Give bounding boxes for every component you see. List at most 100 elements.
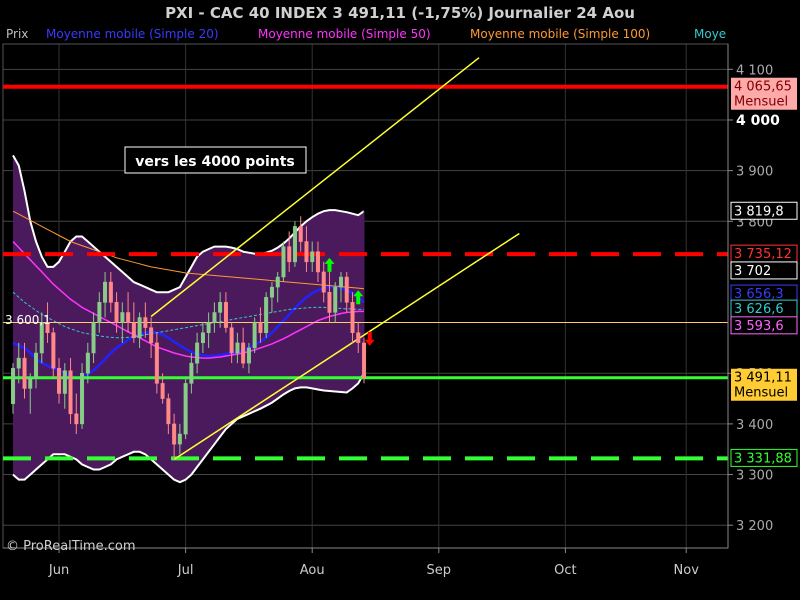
- candle-body-35: [212, 312, 217, 323]
- candle-body-18: [114, 302, 119, 323]
- candle-body-38: [229, 327, 234, 354]
- candle-body-2: [22, 357, 27, 389]
- candle-body-32: [195, 342, 200, 364]
- candle-body-42: [252, 322, 257, 349]
- candle-body-16: [103, 281, 108, 303]
- candle-body-48: [287, 246, 292, 263]
- candle-body-11: [74, 413, 79, 425]
- candle-body-57: [339, 276, 344, 288]
- candle-body-7: [51, 332, 56, 369]
- candle-body-37: [223, 302, 228, 328]
- candle-body-47: [281, 246, 286, 278]
- price-tag-label-7: 3 491,11: [734, 371, 792, 386]
- candle-body-1: [16, 357, 21, 369]
- candle-body-34: [206, 322, 211, 333]
- price-tag-sublabel-7: Mensuel: [734, 386, 788, 401]
- price-tag-4: 3 656,3: [730, 284, 798, 303]
- legend-item-prix: Prix: [6, 27, 28, 41]
- candle-body-56: [333, 286, 338, 313]
- price-tag-1: 3 819,8: [730, 201, 798, 220]
- candle-body-43: [258, 322, 263, 333]
- candle-body-12: [80, 372, 85, 425]
- candle-body-44: [264, 297, 269, 334]
- candle-body-40: [241, 342, 246, 364]
- candle-body-41: [246, 347, 251, 364]
- price-tag-label-6: 3 593,6: [734, 319, 784, 334]
- candle-body-14: [91, 322, 96, 354]
- y-tick-label-5: 3 400: [736, 418, 773, 433]
- candle-body-54: [321, 271, 326, 293]
- candle-body-52: [310, 251, 315, 263]
- candle-body-3: [28, 378, 33, 389]
- price-tag-label-2: 3 735,12: [734, 247, 792, 262]
- candle-body-8: [57, 367, 62, 394]
- candle-body-29: [177, 433, 182, 445]
- legend-item-sma50: Moyenne mobile (Simple 50): [258, 27, 431, 41]
- x-tick-label-5: Nov: [674, 563, 700, 578]
- candle-body-20: [126, 312, 131, 323]
- y-tick-label-6: 3 300: [736, 469, 773, 484]
- candle-body-46: [275, 276, 280, 288]
- price-tag-label-8: 3 331,88: [734, 451, 792, 466]
- chart-title: PXI - CAC 40 INDEX 3 491,11 (-1,75%) Jou…: [165, 4, 635, 22]
- candle-body-55: [327, 291, 332, 313]
- price-tag-7: 3 491,11Mensuel: [731, 368, 797, 401]
- legend-item-sma100: Moyenne mobile (Simple 100): [470, 27, 650, 41]
- chart: 4 1004 0003 9003 8003 5003 4003 3003 200…: [0, 0, 800, 600]
- candle-body-19: [120, 312, 125, 323]
- price-tag-0: 4 065,65Mensuel: [731, 77, 797, 110]
- y-tick-label-2: 3 900: [736, 165, 773, 180]
- candle-body-28: [172, 423, 177, 445]
- left-level-label: 3 600,1: [5, 313, 51, 327]
- candle-body-25: [154, 342, 159, 384]
- candle-body-39: [235, 342, 240, 354]
- price-tag-label-1: 3 819,8: [734, 204, 784, 219]
- candle-body-53: [315, 251, 320, 273]
- y-tick-label-7: 3 200: [736, 519, 773, 534]
- candle-body-17: [108, 281, 113, 303]
- y-tick-label-0: 4 100: [736, 63, 773, 78]
- candle-body-36: [218, 302, 223, 313]
- legend: Prix Moyenne mobile (Simple 20) Moyenne …: [6, 27, 726, 41]
- x-tick-label-3: Sep: [427, 563, 452, 578]
- candle-body-51: [304, 241, 309, 263]
- price-tag-6: 3 593,6: [730, 316, 798, 335]
- annotation-box: vers les 4000 points: [124, 146, 307, 174]
- candle-body-21: [131, 322, 136, 339]
- legend-item-extra: Moye: [694, 27, 726, 41]
- y-tick-label-1: 4 000: [736, 113, 780, 129]
- candle-body-61: [362, 342, 367, 379]
- candle-body-24: [149, 327, 154, 344]
- candle-body-0: [11, 367, 16, 404]
- price-tag-label-3: 3 702: [734, 264, 771, 279]
- x-tick-label-0: Jun: [48, 563, 69, 578]
- candle-body-27: [166, 398, 171, 425]
- x-tick-label-4: Oct: [554, 563, 576, 578]
- legend-item-sma20: Moyenne mobile (Simple 20): [46, 27, 219, 41]
- candle-body-58: [344, 276, 349, 303]
- x-tick-label-2: Aou: [300, 563, 325, 578]
- watermark: © ProRealTime.com: [6, 539, 136, 554]
- candle-body-50: [298, 226, 303, 242]
- candle-body-33: [200, 332, 205, 344]
- candle-body-23: [143, 317, 148, 328]
- price-tag-2: 3 735,12: [730, 244, 798, 263]
- price-tag-label-0: 4 065,65: [734, 80, 792, 95]
- candle-body-5: [39, 322, 44, 354]
- candle-body-45: [269, 286, 274, 298]
- candle-body-13: [85, 352, 90, 374]
- price-tag-8: 3 331,88: [730, 448, 798, 467]
- price-tag-5: 3 626,6: [730, 299, 798, 318]
- price-tag-3: 3 702: [730, 261, 798, 280]
- candle-body-4: [34, 352, 39, 379]
- candle-body-10: [68, 370, 73, 415]
- candle-body-22: [137, 317, 142, 339]
- candle-body-15: [97, 302, 102, 323]
- candle-body-9: [62, 370, 67, 394]
- candle-body-60: [356, 332, 361, 344]
- x-tick-label-1: Jul: [177, 563, 194, 578]
- price-tag-label-5: 3 626,6: [734, 302, 784, 317]
- candle-body-59: [350, 302, 355, 333]
- candle-body-31: [189, 362, 194, 384]
- candle-body-30: [183, 383, 188, 435]
